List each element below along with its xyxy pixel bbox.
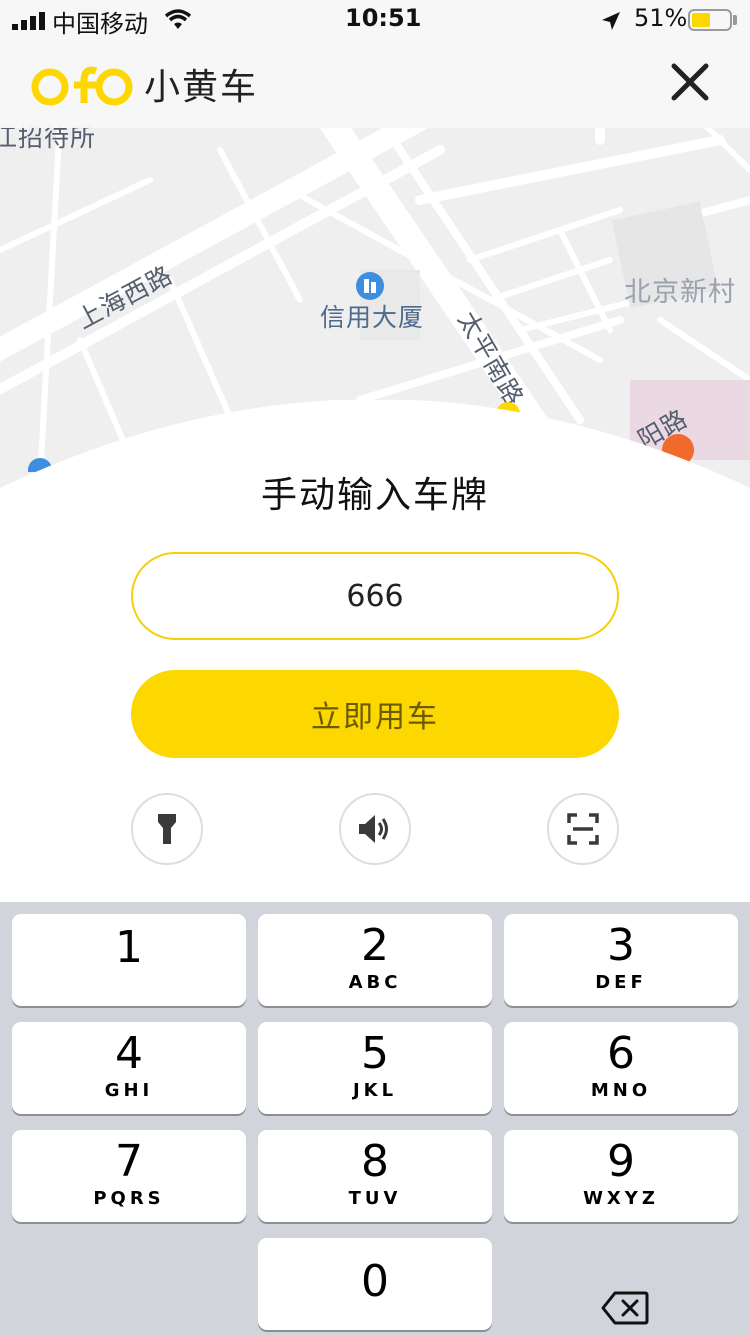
battery-level	[692, 13, 710, 27]
key-7[interactable]: 7 PQRS	[12, 1130, 246, 1222]
carrier-name: 中国移动	[52, 10, 148, 38]
battery-tip	[733, 15, 737, 25]
key-digit: 6	[607, 1028, 635, 1079]
brand-name: 小黄车	[144, 67, 259, 108]
key-letters: JKL	[352, 1080, 398, 1101]
flashlight-button[interactable]	[131, 793, 203, 865]
key-6[interactable]: 6 MNO	[504, 1022, 738, 1114]
wifi-icon	[164, 9, 192, 29]
close-icon[interactable]	[670, 62, 710, 102]
key-3[interactable]: 3 DEF	[504, 914, 738, 1006]
key-0[interactable]: 0	[258, 1238, 492, 1330]
key-8[interactable]: 8 TUV	[258, 1130, 492, 1222]
key-letters: ABC	[348, 972, 402, 993]
scan-button[interactable]	[547, 793, 619, 865]
key-5[interactable]: 5 JKL	[258, 1022, 492, 1114]
building-icon	[364, 279, 376, 293]
map-label-village: 北京新村	[624, 277, 736, 308]
app-header: 小黄车	[0, 40, 750, 128]
flashlight-icon	[158, 814, 176, 844]
number-keypad: 1 2 ABC 3 DEF 4 GHI 5 JKL 6 MNO 7 PQRS 8…	[0, 902, 750, 1334]
speaker-icon	[359, 815, 388, 843]
backspace-icon	[601, 1291, 649, 1325]
clock: 10:51	[345, 4, 422, 32]
key-digit: 3	[607, 920, 635, 971]
key-letters: TUV	[348, 1188, 402, 1209]
key-letters: WXYZ	[583, 1188, 659, 1209]
key-4[interactable]: 4 GHI	[12, 1022, 246, 1114]
key-letters: GHI	[104, 1080, 154, 1101]
key-digit: 4	[115, 1028, 143, 1079]
key-digit: 5	[361, 1028, 389, 1079]
ofo-logo-icon	[31, 66, 133, 106]
key-digit: 2	[361, 920, 389, 971]
plate-number-input[interactable]	[131, 552, 619, 640]
use-bike-button[interactable]: 立即用车	[131, 670, 619, 758]
building-pin[interactable]	[356, 272, 384, 300]
key-2[interactable]: 2 ABC	[258, 914, 492, 1006]
status-bar: 中国移动 10:51 51%	[0, 0, 750, 40]
key-digit: 0	[361, 1256, 389, 1307]
key-9[interactable]: 9 WXYZ	[504, 1130, 738, 1222]
battery-percent: 51%	[634, 4, 688, 32]
signal-icon	[12, 12, 45, 30]
battery-icon	[688, 9, 732, 31]
location-arrow-icon	[602, 12, 620, 30]
key-letters: MNO	[590, 1080, 652, 1101]
map-label-building: 信用大厦	[320, 303, 425, 332]
delete-button[interactable]	[580, 1280, 670, 1336]
key-digit: 7	[115, 1136, 143, 1187]
key-digit: 8	[361, 1136, 389, 1187]
scan-icon	[567, 813, 599, 845]
key-digit: 9	[607, 1136, 635, 1187]
ofo-logo: 小黄车	[30, 54, 258, 114]
speaker-button[interactable]	[339, 793, 411, 865]
manual-input-panel: 手动输入车牌 立即用车	[0, 400, 750, 902]
key-letters: DEF	[595, 972, 647, 993]
page-title: 手动输入车牌	[260, 475, 489, 516]
key-letters: PQRS	[93, 1188, 165, 1209]
key-1[interactable]: 1	[12, 914, 246, 1006]
key-digit: 1	[115, 922, 143, 973]
